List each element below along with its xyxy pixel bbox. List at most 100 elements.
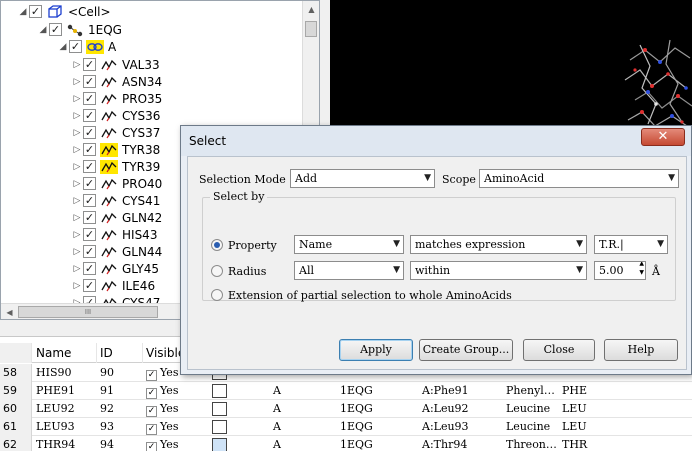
- scroll-left-arrow-icon[interactable]: ◀: [1, 304, 18, 319]
- tree-node-residue[interactable]: ▷ ✓ HIS43: [71, 226, 158, 243]
- tree-node-cell[interactable]: ◢ ✓ <Cell>: [17, 3, 111, 20]
- row-number[interactable]: 60: [0, 400, 32, 418]
- column-header-name[interactable]: Name: [33, 343, 97, 363]
- expand-arrow-icon[interactable]: ▷: [71, 94, 83, 104]
- tree-checkbox[interactable]: ✓: [83, 194, 96, 207]
- cell-residue-name[interactable]: Threon…: [503, 436, 559, 451]
- row-number[interactable]: 58: [0, 364, 32, 382]
- spin-arrows-icon[interactable]: ▲ ▼: [639, 262, 644, 277]
- cell-molecule[interactable]: 1EQG: [337, 418, 419, 436]
- cell-residue-code[interactable]: PHE: [559, 382, 599, 400]
- expand-arrow-icon[interactable]: ▷: [71, 264, 83, 274]
- cell-id[interactable]: 93: [97, 418, 143, 436]
- tree-checkbox[interactable]: ✓: [49, 23, 62, 36]
- expand-arrow-icon[interactable]: ▷: [71, 128, 83, 138]
- tree-node-residue[interactable]: ▷ ✓ GLY45: [71, 260, 159, 277]
- close-button[interactable]: Close: [523, 339, 595, 361]
- radius-field-dropdown[interactable]: All ▼: [294, 261, 404, 280]
- cell-label[interactable]: A:Phe91: [419, 382, 503, 400]
- cell-name[interactable]: HIS90: [33, 364, 97, 382]
- color-swatch[interactable]: [212, 384, 227, 398]
- cell-label[interactable]: A:Leu92: [419, 400, 503, 418]
- cell-visible[interactable]: ✓ Yes: [143, 436, 209, 451]
- property-operator-dropdown[interactable]: matches expression ▼: [410, 235, 587, 254]
- row-number[interactable]: 62: [0, 436, 32, 451]
- scroll-thumb[interactable]: [305, 21, 317, 37]
- table-row[interactable]: 60 LEU92 92 ✓ Yes A 1EQG A:Leu92 Leucine LEU: [0, 400, 692, 418]
- column-header-id[interactable]: ID: [97, 343, 143, 363]
- spin-down-icon[interactable]: ▼: [639, 269, 644, 276]
- expand-arrow-icon[interactable]: ▷: [71, 111, 83, 121]
- tree-node-residue[interactable]: ▷ ✓ ASN34: [71, 73, 163, 90]
- tree-node-residue[interactable]: ▷ ✓ TYR39: [71, 158, 160, 175]
- tree-node-molecule[interactable]: ◢ ✓ 1EQG: [37, 21, 122, 38]
- tree-checkbox[interactable]: ✓: [83, 279, 96, 292]
- scroll-up-arrow-icon[interactable]: ▲: [303, 1, 319, 18]
- cell-name[interactable]: LEU93: [33, 418, 97, 436]
- expand-arrow-icon[interactable]: ▷: [71, 196, 83, 206]
- cell-molecule[interactable]: 1EQG: [337, 382, 419, 400]
- cell-id[interactable]: 90: [97, 364, 143, 382]
- expand-arrow-icon[interactable]: ▷: [71, 162, 83, 172]
- cell-label[interactable]: A:Thr94: [419, 436, 503, 451]
- tree-node-residue[interactable]: ▷ ✓ TYR38: [71, 141, 160, 158]
- table-row[interactable]: 62 THR94 94 ✓ Yes A 1EQG A:Thr94 Threon… THR: [0, 436, 692, 451]
- cell-name[interactable]: THR94: [33, 436, 97, 451]
- cell-residue-code[interactable]: LEU: [559, 418, 599, 436]
- expand-arrow-icon[interactable]: ▷: [71, 247, 83, 257]
- expand-arrow-icon[interactable]: ▷: [71, 179, 83, 189]
- tree-checkbox[interactable]: ✓: [83, 92, 96, 105]
- visible-checkbox[interactable]: ✓: [146, 424, 157, 435]
- tree-checkbox[interactable]: ✓: [83, 160, 96, 173]
- expand-arrow-icon[interactable]: ▷: [71, 77, 83, 87]
- tree-node-residue[interactable]: ▷ ✓ ILE46: [71, 277, 156, 294]
- tree-node-residue[interactable]: ▷ ✓ CYS41: [71, 192, 161, 209]
- tree-checkbox[interactable]: ✓: [83, 143, 96, 156]
- tree-node-residue[interactable]: ▷ ✓ PRO40: [71, 175, 163, 192]
- dialog-titlebar[interactable]: Select ✕: [181, 126, 691, 156]
- radius-value-spinbox[interactable]: 5.00 ▲ ▼: [594, 261, 646, 280]
- cell-visible[interactable]: ✓ Yes: [143, 400, 209, 418]
- apply-button[interactable]: Apply: [339, 339, 413, 361]
- property-value-combo[interactable]: T.R.| ▼: [594, 235, 668, 254]
- tree-node-residue[interactable]: ▷ ✓ GLN42: [71, 209, 163, 226]
- tree-checkbox[interactable]: ✓: [83, 126, 96, 139]
- spin-up-icon[interactable]: ▲: [639, 262, 644, 267]
- extension-radio[interactable]: [211, 289, 223, 301]
- row-number[interactable]: 61: [0, 418, 32, 436]
- tree-checkbox[interactable]: ✓: [83, 228, 96, 241]
- close-icon[interactable]: ✕: [641, 128, 685, 146]
- tree-checkbox[interactable]: ✓: [83, 211, 96, 224]
- tree-checkbox[interactable]: ✓: [29, 5, 42, 18]
- property-radio[interactable]: [211, 239, 223, 251]
- color-swatch[interactable]: [212, 402, 227, 416]
- color-swatch[interactable]: [212, 420, 227, 434]
- scope-dropdown[interactable]: AminoAcid ▼: [479, 169, 679, 188]
- scroll-thumb[interactable]: III: [18, 306, 158, 318]
- tree-node-chain[interactable]: ◢ ✓ A: [57, 38, 116, 55]
- cell-residue-code[interactable]: LEU: [559, 400, 599, 418]
- cell-residue-name[interactable]: Phenyl…: [503, 382, 559, 400]
- tree-node-residue[interactable]: ▷ ✓ PRO35: [71, 90, 163, 107]
- cell-chain[interactable]: A: [270, 436, 336, 451]
- tree-node-residue[interactable]: ▷ ✓ CYS37: [71, 124, 161, 141]
- expand-arrow-icon[interactable]: ▷: [71, 281, 83, 291]
- expand-arrow-icon[interactable]: ▷: [71, 230, 83, 240]
- cell-residue-name[interactable]: Leucine: [503, 418, 559, 436]
- cell-name[interactable]: PHE91: [33, 382, 97, 400]
- tree-node-residue[interactable]: ▷ ✓ VAL33: [71, 56, 160, 73]
- cell-id[interactable]: 94: [97, 436, 143, 451]
- row-number[interactable]: 59: [0, 382, 32, 400]
- cell-visible[interactable]: ✓ Yes: [143, 382, 209, 400]
- radius-operator-dropdown[interactable]: within ▼: [410, 261, 587, 280]
- table-row[interactable]: 61 LEU93 93 ✓ Yes A 1EQG A:Leu93 Leucine LEU: [0, 418, 692, 436]
- cell-id[interactable]: 92: [97, 400, 143, 418]
- cell-name[interactable]: LEU92: [33, 400, 97, 418]
- cell-molecule[interactable]: 1EQG: [337, 436, 419, 451]
- tree-checkbox[interactable]: ✓: [83, 58, 96, 71]
- visible-checkbox[interactable]: ✓: [146, 406, 157, 417]
- expand-arrow-icon[interactable]: ▷: [71, 60, 83, 70]
- property-field-dropdown[interactable]: Name ▼: [294, 235, 404, 254]
- cell-chain[interactable]: A: [270, 400, 336, 418]
- tree-checkbox[interactable]: ✓: [83, 245, 96, 258]
